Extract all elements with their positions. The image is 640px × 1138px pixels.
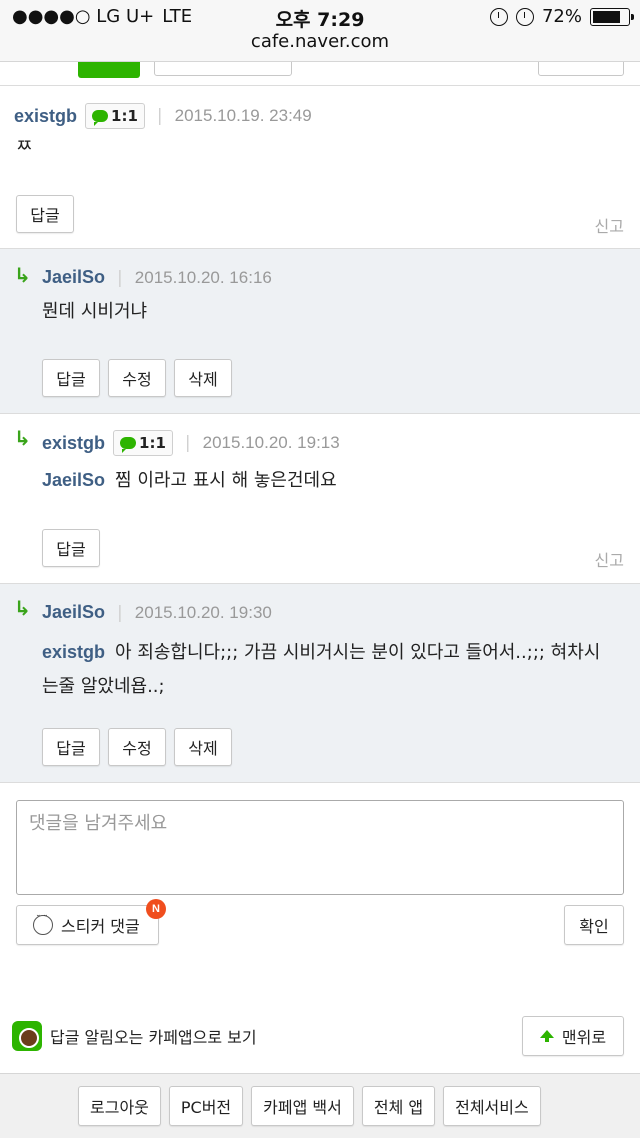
scroll-top-label: 맨위로 (561, 1028, 607, 1047)
comment-meta: existgb 1:1 | 2015.10.19. 23:49 (14, 103, 312, 129)
cafe-app-link[interactable]: 답글 알림오는 카페앱으로 보기 (12, 1021, 257, 1051)
comment-item: existgb 1:1 | 2015.10.19. 23:49 ㅉ 답글 신고 (0, 86, 640, 249)
new-badge: N (146, 899, 166, 919)
toolbar-button[interactable] (154, 62, 292, 76)
footer: 로그아웃 PC버전 카페앱 백서 전체 앱 전체서비스 (0, 1073, 640, 1138)
chat-label: 1:1 (111, 107, 138, 125)
comment-body: 아 죄송합니다;;; 가끔 시비거시는 분이 있다고 들어서..;;; 혀차시 (115, 642, 601, 663)
cafe-app-label: 답글 알림오는 카페앱으로 보기 (50, 1028, 257, 1047)
cafe-app-guide-button[interactable]: 카페앱 백서 (251, 1086, 354, 1126)
comment-meta: JaeilSo | 2015.10.20. 19:30 (42, 602, 272, 623)
status-bar: ●●●●○ LG U+ LTE 오후 7:29 cafe.naver.com 7… (0, 0, 640, 62)
comment-date: 2015.10.19. 23:49 (174, 106, 312, 125)
comment-author[interactable]: existgb (42, 433, 105, 454)
comment-item: ↳ JaeilSo | 2015.10.20. 19:30 existgb 아 죄… (0, 584, 640, 783)
chat-bubble-icon (92, 110, 109, 126)
comment-actions: 답글 (42, 529, 100, 567)
chat-button[interactable]: 1:1 (85, 103, 145, 129)
scroll-top-button[interactable]: 맨위로 (522, 1016, 624, 1056)
report-link[interactable]: 신고 (595, 213, 624, 237)
comment-text: 뭔데 시비거냐 (42, 301, 148, 322)
comment-actions: 답글 (16, 195, 74, 233)
comment-author[interactable]: JaeilSo (42, 267, 105, 288)
comment-text: ㅉ (16, 136, 33, 157)
comment-date: 2015.10.20. 16:16 (134, 267, 272, 287)
write-button[interactable] (78, 62, 140, 78)
reply-button[interactable]: 답글 (42, 728, 100, 766)
comment-meta: existgb 1:1 | 2015.10.20. 19:13 (42, 430, 340, 456)
comment-author[interactable]: existgb (14, 106, 77, 127)
rotation-lock-icon (489, 7, 508, 26)
comment-toolbar (0, 62, 640, 86)
edit-button[interactable]: 수정 (108, 728, 166, 766)
all-services-button[interactable]: 전체서비스 (443, 1086, 541, 1126)
cafe-app-icon (12, 1021, 42, 1051)
logout-button[interactable]: 로그아웃 (78, 1086, 161, 1126)
chat-bubble-icon (120, 437, 137, 453)
edit-button[interactable]: 수정 (108, 359, 166, 397)
system-indicators: 72% (489, 6, 634, 27)
pc-version-button[interactable]: PC버전 (168, 1086, 244, 1126)
delete-button[interactable]: 삭제 (174, 728, 232, 766)
footer-links: 로그아웃 PC버전 카페앱 백서 전체 앱 전체서비스 (78, 1086, 541, 1126)
reply-arrow-icon: ↳ (14, 263, 31, 287)
reply-arrow-icon: ↳ (14, 596, 31, 620)
comment-text: existgb 아 죄송합니다;;; 가끔 시비거시는 분이 있다고 들어서..;… (42, 635, 632, 704)
mention-link[interactable]: existgb (42, 642, 105, 662)
all-apps-button[interactable]: 전체 앱 (361, 1086, 436, 1126)
smiley-icon (33, 915, 53, 935)
comment-input[interactable]: 댓글을 남겨주세요 (16, 800, 624, 895)
comment-item: ↳ JaeilSo | 2015.10.20. 16:16 뭔데 시비거냐 답글… (0, 249, 640, 414)
chat-label: 1:1 (139, 434, 166, 452)
comment-item: ↳ existgb 1:1 | 2015.10.20. 19:13 JaeilS… (0, 414, 640, 584)
chat-button[interactable]: 1:1 (113, 430, 173, 456)
alarm-icon (515, 7, 534, 26)
report-link[interactable]: 신고 (595, 547, 624, 571)
mention-link[interactable]: JaeilSo (42, 470, 105, 490)
comment-author[interactable]: JaeilSo (42, 602, 105, 623)
comment-meta: JaeilSo | 2015.10.20. 16:16 (42, 267, 272, 288)
address-bar[interactable]: cafe.naver.com (0, 31, 640, 52)
comment-date: 2015.10.20. 19:30 (134, 602, 272, 622)
delete-button[interactable]: 삭제 (174, 359, 232, 397)
battery-icon (590, 7, 634, 26)
comment-actions: 답글 수정 삭제 (42, 728, 232, 766)
reply-button[interactable]: 답글 (42, 529, 100, 567)
comment-body: 찜 이라고 표시 해 놓은건데요 (115, 470, 337, 491)
toolbar-button-right[interactable] (538, 62, 624, 76)
comment-body-continued: 는줄 알았네욥..; (42, 676, 165, 697)
sticker-comment-button[interactable]: 스티커 댓글 (16, 905, 159, 945)
comment-date: 2015.10.20. 19:13 (202, 433, 340, 452)
comment-actions: 답글 수정 삭제 (42, 359, 232, 397)
reply-button[interactable]: 답글 (16, 195, 74, 233)
reply-arrow-icon: ↳ (14, 426, 31, 450)
battery-percent: 72% (541, 6, 582, 27)
sticker-label: 스티커 댓글 (61, 917, 140, 936)
up-arrow-icon (539, 1030, 554, 1042)
submit-button[interactable]: 확인 (564, 905, 624, 945)
comment-text: JaeilSo 찜 이라고 표시 해 놓은건데요 (42, 463, 337, 498)
reply-button[interactable]: 답글 (42, 359, 100, 397)
